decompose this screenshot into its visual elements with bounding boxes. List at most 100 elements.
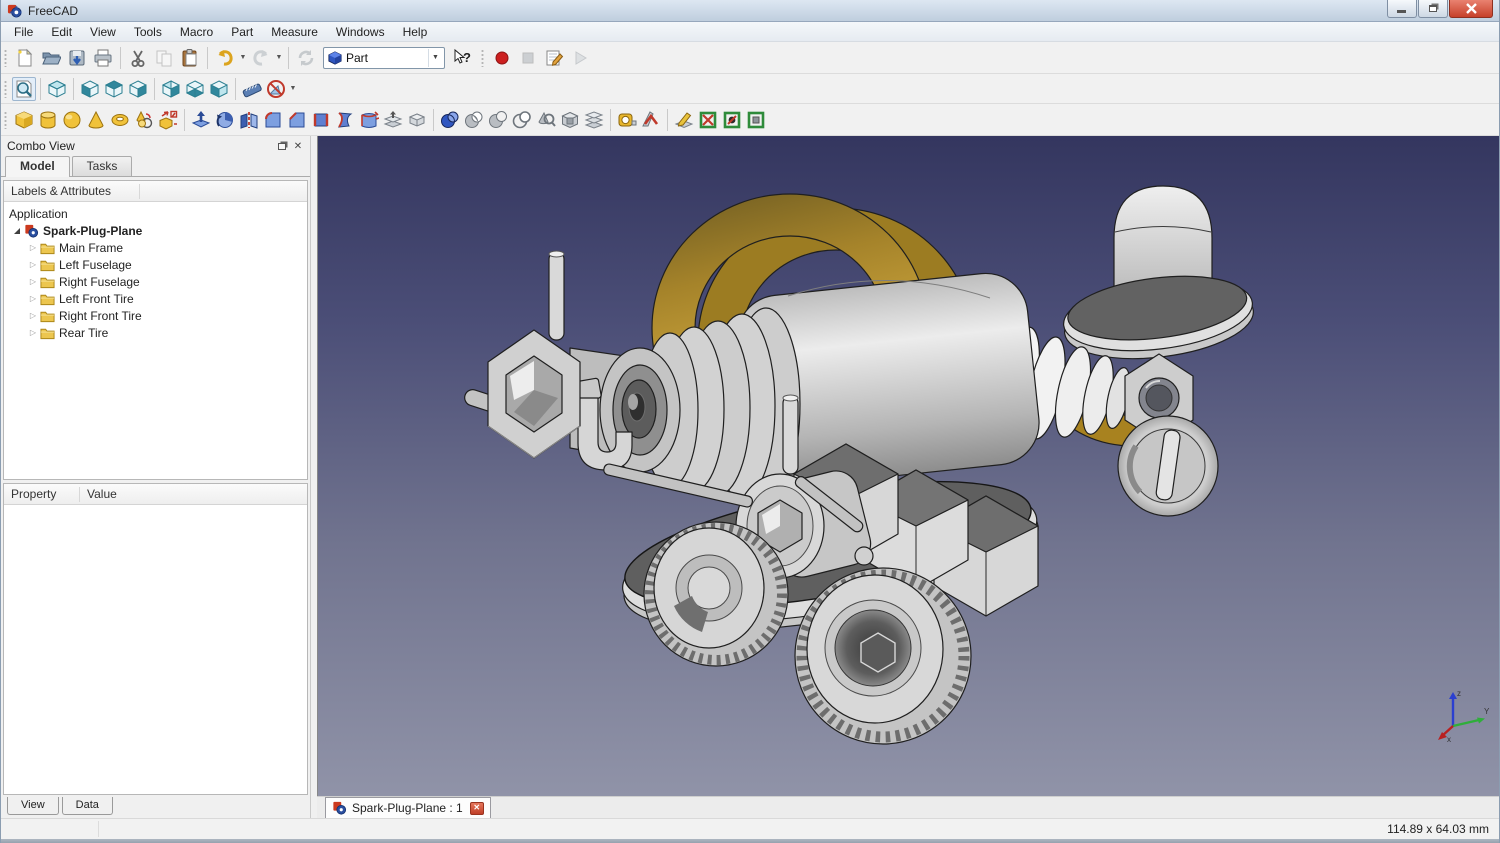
minimize-button[interactable] xyxy=(1387,0,1417,18)
tab-data[interactable]: Data xyxy=(61,797,113,815)
cut-button[interactable] xyxy=(125,45,151,71)
part-sphere-button[interactable] xyxy=(60,108,84,132)
part-shape-builder-button[interactable] xyxy=(156,108,180,132)
macro-stop-button[interactable] xyxy=(515,45,541,71)
view-front-button[interactable] xyxy=(78,77,102,101)
paste-button[interactable] xyxy=(177,45,203,71)
clear-measurement-button[interactable] xyxy=(264,77,288,101)
file-open-button[interactable] xyxy=(38,45,64,71)
part-mirror-button[interactable] xyxy=(237,108,261,132)
view-top-button[interactable] xyxy=(102,77,126,101)
part-loft-button[interactable] xyxy=(357,108,381,132)
part-offset-button[interactable] xyxy=(381,108,405,132)
undo-dropdown[interactable]: ▼ xyxy=(238,46,248,70)
property-list[interactable] xyxy=(4,505,307,794)
3d-viewport[interactable]: z Y x xyxy=(317,136,1499,796)
part-thickness-button[interactable] xyxy=(405,108,429,132)
boolean-operation-button[interactable] xyxy=(558,108,582,132)
panel-float-button[interactable] xyxy=(274,139,290,153)
boolean-cut-button[interactable] xyxy=(486,108,510,132)
part-fillet-button[interactable] xyxy=(261,108,285,132)
tree-item[interactable]: ▷ Left Front Tire xyxy=(4,290,307,307)
tab-model[interactable]: Model xyxy=(5,156,70,177)
part-cylinder-button[interactable] xyxy=(36,108,60,132)
print-button[interactable] xyxy=(90,45,116,71)
part-ruled-surface-button[interactable] xyxy=(333,108,357,132)
refresh-button[interactable] xyxy=(293,45,319,71)
menu-file[interactable]: File xyxy=(5,23,42,41)
view-right-button[interactable] xyxy=(126,77,150,101)
part-chamfer-button[interactable] xyxy=(285,108,309,132)
view-left-button[interactable] xyxy=(207,77,231,101)
clear-measurement-dropdown[interactable]: ▼ xyxy=(288,77,298,101)
boolean-section-button[interactable] xyxy=(510,108,534,132)
document-tab[interactable]: Spark-Plug-Plane : 1 ✕ xyxy=(325,797,491,818)
measure-angular-button[interactable] xyxy=(639,108,663,132)
measure-clear-all-button[interactable] xyxy=(696,108,720,132)
caret-collapsed-icon[interactable]: ▷ xyxy=(28,243,38,252)
titlebar[interactable]: FreeCAD xyxy=(1,0,1499,22)
model-right-wheel[interactable] xyxy=(794,567,972,745)
redo-button[interactable] xyxy=(248,45,274,71)
tree-item[interactable]: ▷ Left Fuselage xyxy=(4,256,307,273)
view-axonometric-button[interactable] xyxy=(45,77,69,101)
menu-help[interactable]: Help xyxy=(394,23,437,41)
part-torus-button[interactable] xyxy=(108,108,132,132)
menu-measure[interactable]: Measure xyxy=(262,23,327,41)
menu-tools[interactable]: Tools xyxy=(125,23,171,41)
measure-toggle-delta-button[interactable] xyxy=(744,108,768,132)
boolean-common-button[interactable] xyxy=(462,108,486,132)
tree-item[interactable]: ▷ Right Fuselage xyxy=(4,273,307,290)
workbench-selector[interactable]: Part ▼ xyxy=(323,46,445,69)
menu-edit[interactable]: Edit xyxy=(42,23,81,41)
menu-part[interactable]: Part xyxy=(222,23,262,41)
redo-dropdown[interactable]: ▼ xyxy=(274,46,284,70)
copy-button[interactable] xyxy=(151,45,177,71)
fit-all-button[interactable] xyxy=(12,76,36,101)
caret-expanded-icon[interactable] xyxy=(14,227,20,234)
menu-macro[interactable]: Macro xyxy=(171,23,222,41)
part-extrude-button[interactable] xyxy=(189,108,213,132)
measure-toggle-all-button[interactable] xyxy=(720,108,744,132)
view-rear-button[interactable] xyxy=(159,77,183,101)
tab-view[interactable]: View xyxy=(7,797,59,815)
caret-collapsed-icon[interactable]: ▷ xyxy=(28,328,38,337)
restore-button[interactable] xyxy=(1418,0,1448,18)
undo-button[interactable] xyxy=(212,45,238,71)
file-save-button[interactable] xyxy=(64,45,90,71)
caret-collapsed-icon[interactable]: ▷ xyxy=(28,260,38,269)
macro-record-button[interactable] xyxy=(489,45,515,71)
tree-item-document[interactable]: Spark-Plug-Plane xyxy=(4,222,307,239)
view-bottom-button[interactable] xyxy=(183,77,207,101)
whats-this-button[interactable]: ? xyxy=(449,45,475,71)
boolean-union-button[interactable] xyxy=(438,108,462,132)
model-rear-wheel[interactable] xyxy=(1117,415,1219,517)
menu-windows[interactable]: Windows xyxy=(327,23,394,41)
tree-item[interactable]: ▷ Main Frame xyxy=(4,239,307,256)
tree-item[interactable]: ▷ Right Front Tire xyxy=(4,307,307,324)
tab-tasks[interactable]: Tasks xyxy=(71,156,133,176)
measure-refresh-button[interactable] xyxy=(672,108,696,132)
check-geometry-button[interactable] xyxy=(534,108,558,132)
3d-model-spark-plug-plane[interactable] xyxy=(318,136,1499,796)
caret-collapsed-icon[interactable]: ▷ xyxy=(28,311,38,320)
part-box-button[interactable] xyxy=(12,108,36,132)
close-button[interactable] xyxy=(1449,0,1493,18)
tree-root-application[interactable]: Application xyxy=(4,205,307,222)
measure-distance-button[interactable] xyxy=(240,77,264,101)
document-tab-close-icon[interactable]: ✕ xyxy=(469,801,484,815)
menu-view[interactable]: View xyxy=(81,23,125,41)
macro-edit-button[interactable] xyxy=(541,45,567,71)
panel-close-button[interactable]: ✕ xyxy=(290,139,306,153)
part-create-primitives-button[interactable] xyxy=(132,108,156,132)
caret-collapsed-icon[interactable]: ▷ xyxy=(28,294,38,303)
part-revolve-button[interactable] xyxy=(213,108,237,132)
cross-sections-button[interactable] xyxy=(582,108,606,132)
macro-execute-button[interactable] xyxy=(567,45,593,71)
part-make-face-button[interactable] xyxy=(309,108,333,132)
caret-collapsed-icon[interactable]: ▷ xyxy=(28,277,38,286)
model-left-wheel[interactable] xyxy=(643,521,789,667)
tree-item[interactable]: ▷ Rear Tire xyxy=(4,324,307,341)
measure-linear-button[interactable] xyxy=(615,108,639,132)
part-cone-button[interactable] xyxy=(84,108,108,132)
